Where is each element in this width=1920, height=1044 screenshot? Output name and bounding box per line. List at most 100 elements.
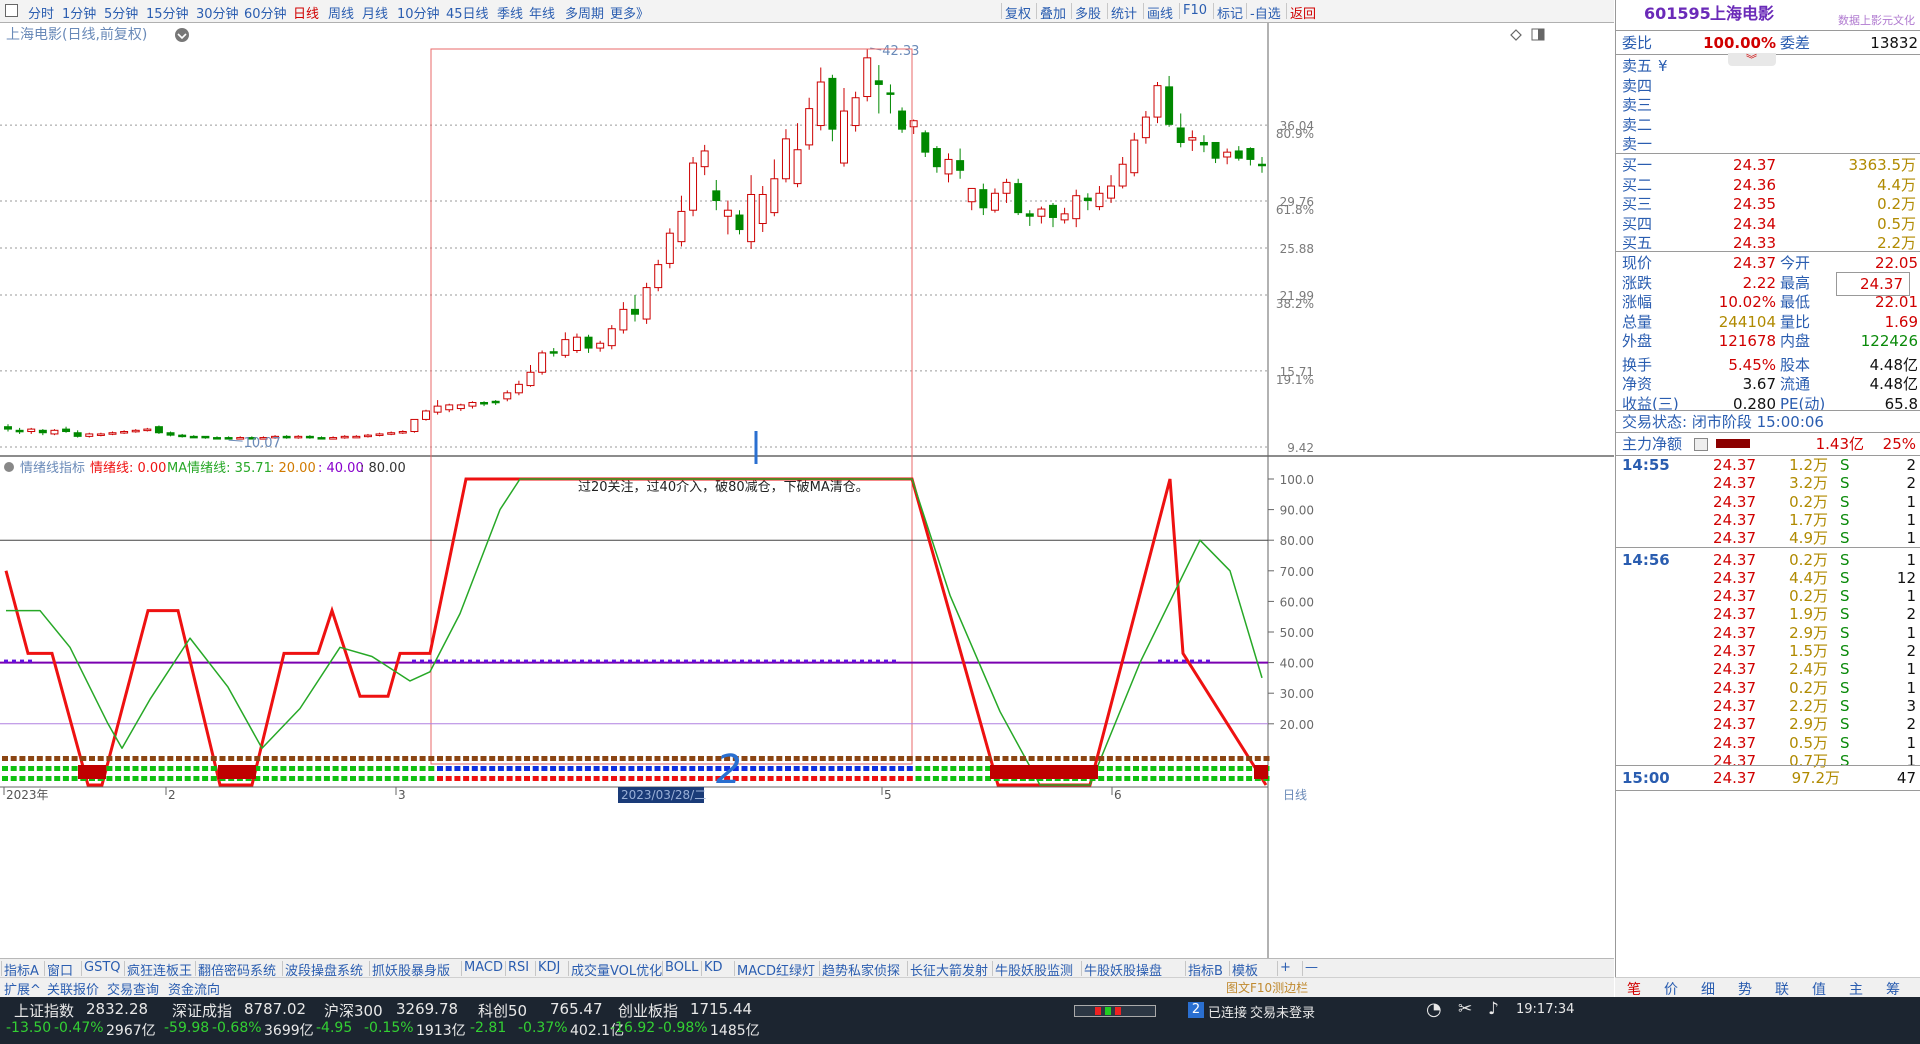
extension-tab[interactable]: 扩展^ [4,979,41,998]
toolbar-button[interactable]: 返回 [1290,3,1316,22]
sell-label: 卖一 [1622,135,1653,153]
tick-price: 24.37 [1713,474,1756,493]
tick-count: 12 [1896,568,1916,587]
indicator-tab[interactable]: KDJ [538,960,560,975]
index-value: 765.47 [550,1000,603,1018]
separator [1036,3,1037,19]
window-menu-icon[interactable] [5,4,18,17]
period-tab[interactable]: 多周期 [565,3,604,22]
candle [654,259,663,292]
indicator-tab[interactable]: RSI [508,960,529,975]
toolbar-button[interactable]: F10 [1183,3,1207,18]
index-value: 1715.44 [690,1000,753,1018]
indicator-tab[interactable]: KD [704,960,723,975]
index-name[interactable]: 沪深300 [324,1000,383,1021]
right-panel-tab[interactable]: 细 [1701,979,1715,999]
toolbar-button[interactable]: 统计 [1111,3,1137,22]
period-tab[interactable]: 日线 [293,3,319,22]
tick-side: S [1840,678,1850,697]
period-tab[interactable]: 15分钟 [146,3,189,22]
stat-label: 外盘 [1622,332,1653,350]
extension-tab[interactable]: 资金流向 [168,979,220,998]
right-panel-tab[interactable]: 势 [1738,979,1752,999]
separator [1213,3,1214,19]
candle [410,418,419,433]
toolbar-button[interactable]: -自选 [1250,3,1281,22]
right-panel-tab[interactable]: 值 [1812,979,1826,999]
max-price-label: 42.33 [882,44,919,59]
index-pct: -0.37% [518,1020,568,1036]
separator [1107,3,1108,19]
index-name[interactable]: 创业板指 [618,1000,678,1021]
indicator-note: 过20关注，过40介入，破80减仓，下破MA清仓。 [578,480,869,495]
period-tab[interactable]: 季线 [497,3,523,22]
f10-sidebar-link[interactable]: 图文F10测边栏 [1226,979,1308,996]
indicator-tab[interactable]: + [1280,960,1291,975]
bell-icon[interactable]: ♪ [1488,999,1499,1019]
toolbar-button[interactable]: 多股 [1075,3,1101,22]
ad-text[interactable]: 数据上影元文化 [1838,12,1915,28]
x-axis-label: 2023年 [6,788,49,802]
period-tab[interactable]: 45日线 [446,3,489,22]
indicator-tick: 100.0 [1280,473,1314,487]
period-tab[interactable]: 1分钟 [62,3,96,22]
toolbar-button[interactable]: 叠加 [1040,3,1066,22]
toolbar-button[interactable]: 标记 [1217,3,1243,22]
period-tab[interactable]: 60分钟 [244,3,287,22]
x-axis-label: 2 [168,788,176,802]
tick-price: 24.37 [1713,550,1756,569]
period-tab[interactable]: 周线 [328,3,354,22]
x-axis-label: 6 [1114,788,1122,802]
index-pct: -0.47% [54,1020,104,1036]
right-panel-tab[interactable]: 联 [1775,979,1789,999]
period-tab[interactable]: 分时 [28,3,54,22]
signal-icon[interactable]: ◔ [1426,999,1442,1020]
chevron-down-icon[interactable]: ︾ [1746,51,1757,67]
tick-side: S [1840,474,1850,493]
indicator-tab[interactable]: MACD [464,960,503,975]
period-tab[interactable]: 月线 [362,3,388,22]
index-change: -4.95 [316,1020,353,1036]
separator [1071,3,1072,19]
flow-bar [1716,439,1750,448]
index-name[interactable]: 科创50 [478,1000,527,1021]
indicator-tab[interactable]: BOLL [665,960,698,975]
index-name[interactable]: 深证成指 [172,1000,232,1021]
login-status[interactable]: 交易未登录 [1250,1002,1315,1021]
settings-icon[interactable] [4,462,14,472]
right-panel-tab[interactable]: 价 [1664,979,1678,999]
toolbar-button[interactable]: 画线 [1147,3,1173,22]
indicator-tick: 20.00 [1280,718,1314,732]
tick-side: S [1840,642,1850,660]
index-pct: -0.68% [212,1020,262,1036]
period-tab[interactable]: 年线 [529,3,555,22]
indicator-tab[interactable]: — [1305,960,1318,975]
period-tab[interactable]: 更多》 [610,3,649,22]
period-tab[interactable]: 10分钟 [397,3,440,22]
indicator-tab[interactable]: GSTQ [84,960,121,975]
right-panel-tab[interactable]: 筹 [1886,979,1900,999]
tools-icon[interactable]: ✂ [1458,999,1472,1019]
extension-tab[interactable]: 关联报价 [47,979,99,998]
period-label: 日线 [1283,788,1307,802]
toolbar-button[interactable]: 复权 [1005,3,1031,22]
chevron-down-icon[interactable] [175,28,189,42]
period-tab[interactable]: 5分钟 [104,3,138,22]
right-panel-tab[interactable]: 笔 [1627,979,1641,999]
kline-chart[interactable]: 上海电影(日线,前复权) 36.04 29.76 25.88 21.99 15.71 9.… [0,23,1614,958]
extension-tab[interactable]: 交易查询 [107,979,159,998]
index-value: 2832.28 [86,1000,149,1018]
tick-volume: 1.9万 [1789,605,1828,624]
index-name[interactable]: 上证指数 [14,1000,74,1021]
list-icon[interactable] [1694,438,1708,451]
tick-price: 24.37 [1713,715,1756,734]
clock: 19:17:34 [1516,1002,1575,1017]
tick-volume: 2.2万 [1789,696,1828,715]
index-amount: 3699亿 [264,1023,314,1039]
tick-count: 1 [1906,733,1916,752]
index-change: -16.92 [610,1020,656,1036]
right-panel-tab[interactable]: 主 [1849,979,1863,999]
period-tab[interactable]: 30分钟 [196,3,239,22]
signal-block [218,765,256,779]
candle [166,431,175,437]
